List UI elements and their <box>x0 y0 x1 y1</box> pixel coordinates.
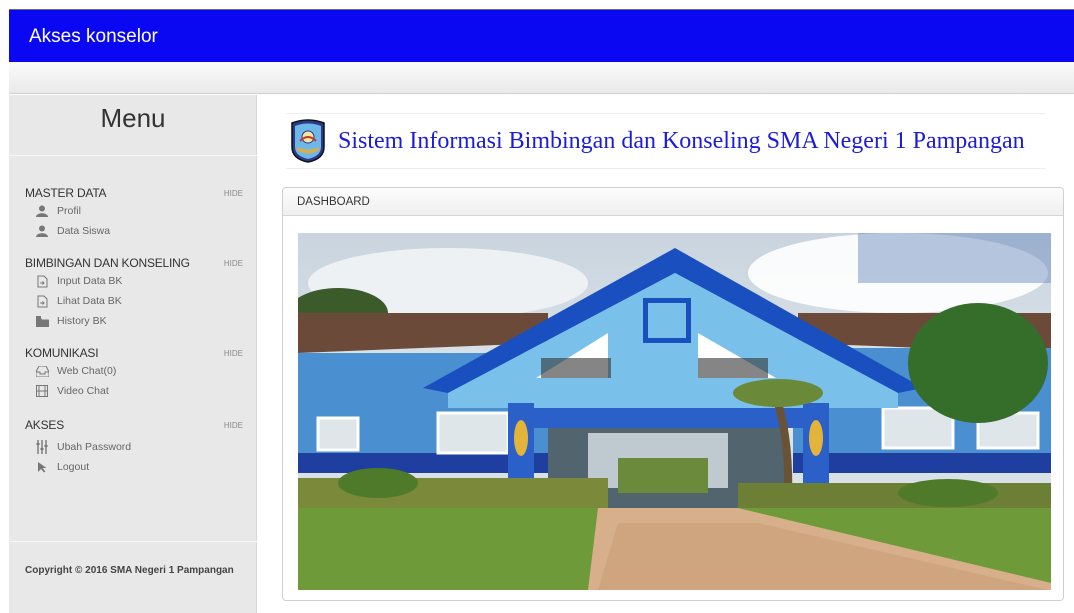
section-master-data: MASTER DATA HIDE Profil Data Siswa <box>25 185 243 241</box>
app-title[interactable]: Akses konselor <box>29 26 158 48</box>
school-logo <box>288 119 328 163</box>
section-title: MASTER DATA <box>25 186 107 200</box>
sidebar-item-label: History BK <box>57 315 107 327</box>
sidebar-item-profil[interactable]: Profil <box>25 201 243 221</box>
sidebar-item-input-data-bk[interactable]: Input Data BK <box>25 271 243 291</box>
sidebar-item-data-siswa[interactable]: Data Siswa <box>25 221 243 241</box>
section-title: KOMUNIKASI <box>25 346 99 360</box>
hide-toggle[interactable]: HIDE <box>224 259 243 268</box>
sidebar-item-label: Profil <box>57 205 81 217</box>
panel-title: DASHBOARD <box>283 188 1063 216</box>
section-akses: AKSES HIDE Ubah Password Logout <box>25 417 243 477</box>
main-content: Sistem Informasi Bimbingan dan Konseling… <box>258 95 1074 613</box>
sidebar-item-label: Logout <box>57 461 90 473</box>
page-title: Sistem Informasi Bimbingan dan Konseling… <box>338 127 1025 154</box>
user-icon <box>35 224 49 238</box>
sidebar-item-label: Input Data BK <box>57 275 123 287</box>
sidebar-item-label: Video Chat <box>57 385 109 397</box>
divider <box>9 541 257 542</box>
hide-toggle[interactable]: HIDE <box>224 349 243 358</box>
section-komunikasi: KOMUNIKASI HIDE Web Chat(0) Video Chat <box>25 345 243 401</box>
file-import-icon <box>35 274 49 288</box>
sidebar-item-logout[interactable]: Logout <box>25 457 243 477</box>
sidebar-item-label: Lihat Data BK <box>57 295 122 307</box>
school-building-photo <box>298 233 1051 590</box>
sidebar-item-web-chat[interactable]: Web Chat(0) <box>25 361 243 381</box>
section-title: BIMBINGAN DAN KONSELING <box>25 256 190 270</box>
brand-header: Sistem Informasi Bimbingan dan Konseling… <box>286 113 1046 169</box>
hide-toggle[interactable]: HIDE <box>224 421 243 430</box>
sidebar-item-lihat-data-bk[interactable]: Lihat Data BK <box>25 291 243 311</box>
divider <box>9 155 257 156</box>
sidebar-item-label: Data Siswa <box>57 225 111 237</box>
cursor-icon <box>35 460 49 474</box>
sub-navbar <box>9 62 1074 94</box>
folder-icon <box>35 314 49 328</box>
file-import-icon <box>35 294 49 308</box>
dashboard-panel: DASHBOARD <box>282 187 1064 601</box>
film-icon <box>35 384 49 398</box>
user-icon <box>35 204 49 218</box>
copyright: Copyright © 2016 SMA Negeri 1 Pampangan <box>25 565 234 576</box>
inbox-icon <box>35 364 49 378</box>
sidebar-item-history-bk[interactable]: History BK <box>25 311 243 331</box>
sidebar: Menu MASTER DATA HIDE Profil Data Siswa … <box>9 95 257 613</box>
sidebar-item-label: Ubah Password <box>57 441 132 453</box>
section-title: AKSES <box>25 418 65 432</box>
section-bimbingan-konseling: BIMBINGAN DAN KONSELING HIDE Input Data … <box>25 255 243 331</box>
top-navbar: Akses konselor <box>9 9 1074 62</box>
sidebar-item-video-chat[interactable]: Video Chat <box>25 381 243 401</box>
sidebar-item-label: Web Chat(0) <box>57 365 117 377</box>
sliders-icon <box>35 440 49 454</box>
sidebar-item-ubah-password[interactable]: Ubah Password <box>25 437 243 457</box>
hide-toggle[interactable]: HIDE <box>224 189 243 198</box>
menu-title: Menu <box>100 103 166 133</box>
